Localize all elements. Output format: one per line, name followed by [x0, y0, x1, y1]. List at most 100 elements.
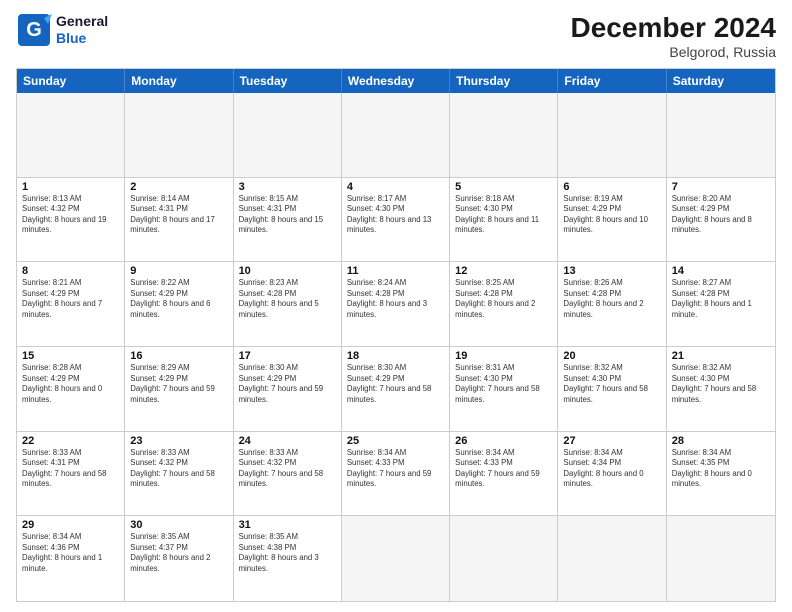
day-number: 27 — [563, 435, 660, 447]
cell-info: Sunrise: 8:26 AMSunset: 4:28 PMDaylight:… — [563, 278, 660, 320]
calendar-cell — [342, 93, 450, 177]
calendar-cell: 9Sunrise: 8:22 AMSunset: 4:29 PMDaylight… — [125, 262, 233, 346]
cell-info: Sunrise: 8:35 AMSunset: 4:37 PMDaylight:… — [130, 532, 227, 574]
svg-text:G: G — [26, 19, 42, 41]
day-number: 23 — [130, 435, 227, 447]
calendar-cell: 23Sunrise: 8:33 AMSunset: 4:32 PMDayligh… — [125, 432, 233, 516]
cell-info: Sunrise: 8:34 AMSunset: 4:36 PMDaylight:… — [22, 532, 119, 574]
calendar-row-3: 15Sunrise: 8:28 AMSunset: 4:29 PMDayligh… — [17, 347, 775, 432]
calendar-row-0 — [17, 93, 775, 178]
logo-line2: Blue — [56, 30, 86, 47]
calendar-cell — [558, 93, 666, 177]
day-number: 22 — [22, 435, 119, 447]
calendar-cell: 3Sunrise: 8:15 AMSunset: 4:31 PMDaylight… — [234, 178, 342, 262]
calendar-cell: 18Sunrise: 8:30 AMSunset: 4:29 PMDayligh… — [342, 347, 450, 431]
day-number: 8 — [22, 265, 119, 277]
calendar-cell: 25Sunrise: 8:34 AMSunset: 4:33 PMDayligh… — [342, 432, 450, 516]
cell-info: Sunrise: 8:24 AMSunset: 4:28 PMDaylight:… — [347, 278, 444, 320]
logo-icon: G — [16, 12, 52, 48]
header-day-friday: Friday — [558, 69, 666, 93]
day-number: 7 — [672, 181, 770, 193]
cell-info: Sunrise: 8:30 AMSunset: 4:29 PMDaylight:… — [347, 363, 444, 405]
calendar-cell: 8Sunrise: 8:21 AMSunset: 4:29 PMDaylight… — [17, 262, 125, 346]
day-number: 29 — [22, 519, 119, 531]
day-number: 20 — [563, 350, 660, 362]
calendar-cell — [450, 93, 558, 177]
cell-info: Sunrise: 8:35 AMSunset: 4:38 PMDaylight:… — [239, 532, 336, 574]
day-number: 4 — [347, 181, 444, 193]
page: G General Blue December 2024 Belgorod, R… — [0, 0, 792, 612]
calendar-body: 1Sunrise: 8:13 AMSunset: 4:32 PMDaylight… — [17, 93, 775, 601]
calendar-row-4: 22Sunrise: 8:33 AMSunset: 4:31 PMDayligh… — [17, 432, 775, 517]
cell-info: Sunrise: 8:15 AMSunset: 4:31 PMDaylight:… — [239, 194, 336, 236]
day-number: 15 — [22, 350, 119, 362]
calendar-cell: 12Sunrise: 8:25 AMSunset: 4:28 PMDayligh… — [450, 262, 558, 346]
cell-info: Sunrise: 8:22 AMSunset: 4:29 PMDaylight:… — [130, 278, 227, 320]
calendar-cell: 28Sunrise: 8:34 AMSunset: 4:35 PMDayligh… — [667, 432, 775, 516]
day-number: 17 — [239, 350, 336, 362]
calendar-cell: 31Sunrise: 8:35 AMSunset: 4:38 PMDayligh… — [234, 516, 342, 601]
header-day-thursday: Thursday — [450, 69, 558, 93]
cell-info: Sunrise: 8:34 AMSunset: 4:35 PMDaylight:… — [672, 448, 770, 490]
calendar: SundayMondayTuesdayWednesdayThursdayFrid… — [16, 68, 776, 602]
location-title: Belgorod, Russia — [571, 44, 776, 60]
calendar-cell: 22Sunrise: 8:33 AMSunset: 4:31 PMDayligh… — [17, 432, 125, 516]
cell-info: Sunrise: 8:32 AMSunset: 4:30 PMDaylight:… — [563, 363, 660, 405]
cell-info: Sunrise: 8:30 AMSunset: 4:29 PMDaylight:… — [239, 363, 336, 405]
title-block: December 2024 Belgorod, Russia — [571, 12, 776, 60]
day-number: 13 — [563, 265, 660, 277]
cell-info: Sunrise: 8:34 AMSunset: 4:33 PMDaylight:… — [455, 448, 552, 490]
calendar-cell: 21Sunrise: 8:32 AMSunset: 4:30 PMDayligh… — [667, 347, 775, 431]
calendar-cell: 30Sunrise: 8:35 AMSunset: 4:37 PMDayligh… — [125, 516, 233, 601]
cell-info: Sunrise: 8:34 AMSunset: 4:34 PMDaylight:… — [563, 448, 660, 490]
calendar-cell: 16Sunrise: 8:29 AMSunset: 4:29 PMDayligh… — [125, 347, 233, 431]
header-day-tuesday: Tuesday — [234, 69, 342, 93]
calendar-cell — [234, 93, 342, 177]
logo-text-block: General Blue — [56, 13, 108, 47]
day-number: 21 — [672, 350, 770, 362]
calendar-cell: 15Sunrise: 8:28 AMSunset: 4:29 PMDayligh… — [17, 347, 125, 431]
cell-info: Sunrise: 8:33 AMSunset: 4:31 PMDaylight:… — [22, 448, 119, 490]
header-day-wednesday: Wednesday — [342, 69, 450, 93]
day-number: 18 — [347, 350, 444, 362]
day-number: 2 — [130, 181, 227, 193]
cell-info: Sunrise: 8:28 AMSunset: 4:29 PMDaylight:… — [22, 363, 119, 405]
day-number: 1 — [22, 181, 119, 193]
header-day-saturday: Saturday — [667, 69, 775, 93]
calendar-cell — [667, 93, 775, 177]
header-day-monday: Monday — [125, 69, 233, 93]
cell-info: Sunrise: 8:29 AMSunset: 4:29 PMDaylight:… — [130, 363, 227, 405]
day-number: 14 — [672, 265, 770, 277]
calendar-cell — [125, 93, 233, 177]
cell-info: Sunrise: 8:25 AMSunset: 4:28 PMDaylight:… — [455, 278, 552, 320]
day-number: 16 — [130, 350, 227, 362]
calendar-cell — [450, 516, 558, 601]
cell-info: Sunrise: 8:31 AMSunset: 4:30 PMDaylight:… — [455, 363, 552, 405]
calendar-cell — [17, 93, 125, 177]
calendar-cell — [667, 516, 775, 601]
cell-info: Sunrise: 8:33 AMSunset: 4:32 PMDaylight:… — [239, 448, 336, 490]
calendar-row-5: 29Sunrise: 8:34 AMSunset: 4:36 PMDayligh… — [17, 516, 775, 601]
calendar-cell — [342, 516, 450, 601]
calendar-cell: 11Sunrise: 8:24 AMSunset: 4:28 PMDayligh… — [342, 262, 450, 346]
cell-info: Sunrise: 8:27 AMSunset: 4:28 PMDaylight:… — [672, 278, 770, 320]
day-number: 3 — [239, 181, 336, 193]
cell-info: Sunrise: 8:17 AMSunset: 4:30 PMDaylight:… — [347, 194, 444, 236]
calendar-cell: 14Sunrise: 8:27 AMSunset: 4:28 PMDayligh… — [667, 262, 775, 346]
calendar-cell: 27Sunrise: 8:34 AMSunset: 4:34 PMDayligh… — [558, 432, 666, 516]
calendar-cell: 17Sunrise: 8:30 AMSunset: 4:29 PMDayligh… — [234, 347, 342, 431]
calendar-row-2: 8Sunrise: 8:21 AMSunset: 4:29 PMDaylight… — [17, 262, 775, 347]
day-number: 28 — [672, 435, 770, 447]
logo-line1: General — [56, 13, 108, 30]
cell-info: Sunrise: 8:32 AMSunset: 4:30 PMDaylight:… — [672, 363, 770, 405]
day-number: 10 — [239, 265, 336, 277]
calendar-cell: 24Sunrise: 8:33 AMSunset: 4:32 PMDayligh… — [234, 432, 342, 516]
day-number: 25 — [347, 435, 444, 447]
calendar-cell: 13Sunrise: 8:26 AMSunset: 4:28 PMDayligh… — [558, 262, 666, 346]
calendar-cell: 6Sunrise: 8:19 AMSunset: 4:29 PMDaylight… — [558, 178, 666, 262]
day-number: 24 — [239, 435, 336, 447]
month-title: December 2024 — [571, 12, 776, 44]
cell-info: Sunrise: 8:14 AMSunset: 4:31 PMDaylight:… — [130, 194, 227, 236]
cell-info: Sunrise: 8:20 AMSunset: 4:29 PMDaylight:… — [672, 194, 770, 236]
calendar-row-1: 1Sunrise: 8:13 AMSunset: 4:32 PMDaylight… — [17, 178, 775, 263]
